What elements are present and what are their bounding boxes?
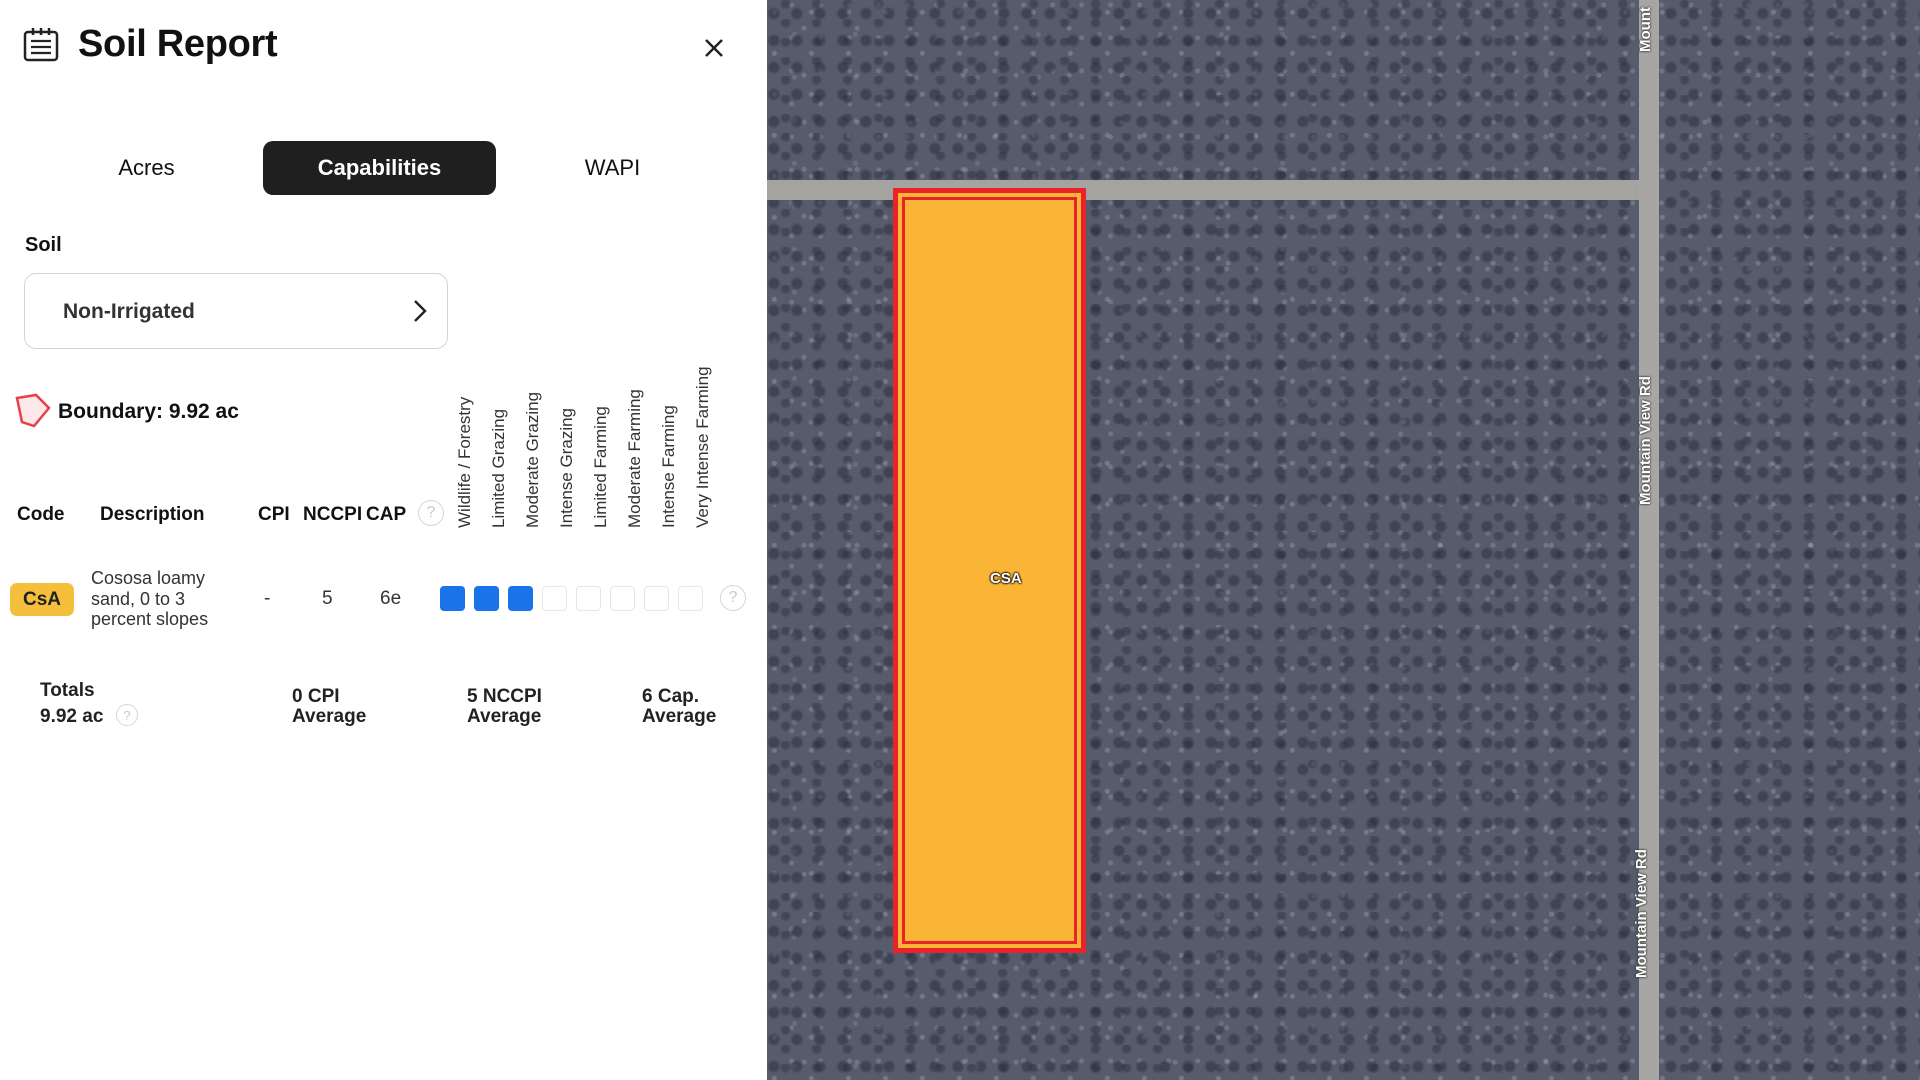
help-icon[interactable]: ? <box>116 704 138 726</box>
capability-box <box>644 586 669 611</box>
soil-code-badge[interactable]: CsA <box>10 583 74 616</box>
cap-header-intense-farming: Intense Farming <box>659 405 678 528</box>
polygon-icon <box>15 393 51 428</box>
capability-box <box>576 586 601 611</box>
soil-type-value: Non-Irrigated <box>63 300 195 323</box>
soil-report-panel: Soil Report Acres Capabilities WAPI Soil… <box>0 0 767 1080</box>
soil-label: Soil <box>25 234 62 256</box>
col-header-cap: CAP <box>366 504 407 525</box>
col-header-nccpi: NCCPI <box>303 504 363 525</box>
capability-box <box>610 586 635 611</box>
cap-header-very-intense-farming: Very Intense Farming <box>693 366 712 528</box>
cap-average-label: Average <box>642 706 717 727</box>
col-header-cpi: CPI <box>258 504 290 525</box>
report-tabs: Acres Capabilities WAPI <box>30 141 700 195</box>
capability-box <box>440 586 465 611</box>
report-icon <box>23 28 59 62</box>
parcel-soil-label: CSA <box>990 570 1022 587</box>
page-title: Soil Report <box>78 23 278 65</box>
help-icon[interactable]: ? <box>418 500 444 526</box>
boundary-text: Boundary: 9.92 ac <box>58 400 239 423</box>
capability-box <box>474 586 499 611</box>
soil-description: Cososa loamy sand, 0 to 3 percent slopes <box>91 568 209 629</box>
nccpi-value: 5 <box>322 588 333 609</box>
cap-value: 6e <box>380 588 402 609</box>
capability-box <box>508 586 533 611</box>
tab-acres[interactable]: Acres <box>30 141 263 195</box>
soil-type-selector[interactable]: Non-Irrigated <box>24 273 448 349</box>
cap-header-intense-grazing: Intense Grazing <box>557 407 576 528</box>
nccpi-average-value: 5 NCCPI <box>467 686 542 707</box>
capability-box <box>542 586 567 611</box>
cpi-average-label: Average <box>292 706 367 727</box>
close-icon[interactable] <box>700 34 728 62</box>
cap-average-value: 6 Cap. <box>642 686 700 707</box>
col-header-code: Code <box>17 504 65 525</box>
road-label: Mountain View Rd <box>1633 849 1650 978</box>
tab-wapi[interactable]: WAPI <box>496 141 729 195</box>
cap-header-limited-grazing: Limited Grazing <box>489 408 508 528</box>
cap-header-limited-farming: Limited Farming <box>591 406 610 528</box>
satellite-map[interactable]: Mount Mountain View Rd Mountain View Rd … <box>767 0 1920 1080</box>
road-label: Mount <box>1637 7 1654 52</box>
cap-header-moderate-grazing: Moderate Grazing <box>523 391 542 528</box>
road-label: Mountain View Rd <box>1637 376 1654 505</box>
totals-acres: 9.92 ac <box>40 706 104 727</box>
cpi-value: - <box>264 588 271 609</box>
cpi-average-value: 0 CPI <box>292 686 340 707</box>
col-header-description: Description <box>100 504 205 525</box>
capability-box <box>678 586 703 611</box>
nccpi-average-label: Average <box>467 706 542 727</box>
cap-header-moderate-farming: Moderate Farming <box>625 389 644 528</box>
cap-header-wildlife: Wildlife / Forestry <box>455 396 474 528</box>
help-icon[interactable]: ? <box>720 585 746 611</box>
chevron-right-icon <box>414 300 427 322</box>
totals-label: Totals <box>40 680 95 701</box>
tab-capabilities[interactable]: Capabilities <box>263 141 496 195</box>
